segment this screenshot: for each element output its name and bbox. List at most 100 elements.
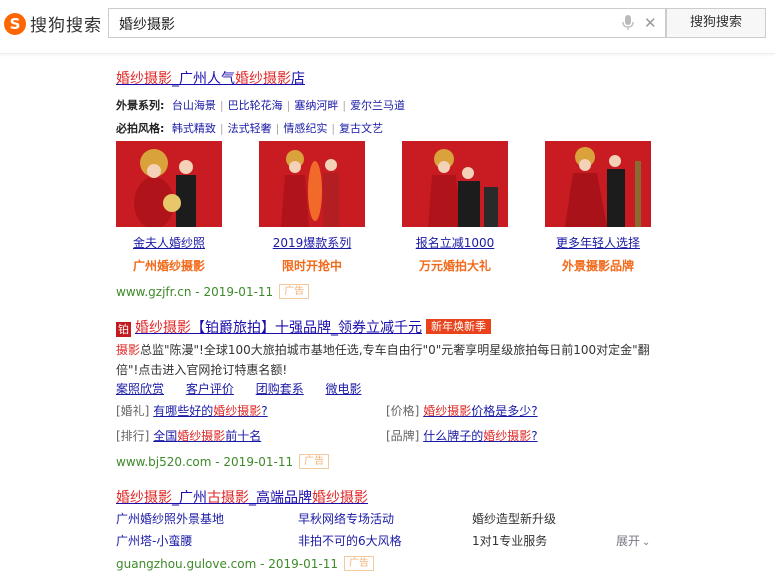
photo-caption[interactable]: 报名立减1000 xyxy=(402,234,508,251)
qa-row-1-right: [价格] 婚纱摄影价格是多少? xyxy=(386,402,538,419)
wedding-photo-art xyxy=(259,141,365,227)
photo-subtitle: 万元婚拍大礼 xyxy=(418,259,491,273)
qa-link[interactable]: 有哪些好的婚纱摄影? xyxy=(153,404,267,418)
title-highlight: 婚纱摄影 xyxy=(135,320,191,336)
style-link[interactable]: 情感纪实 xyxy=(283,122,327,135)
sogou-logo[interactable]: S 搜狗搜索 xyxy=(4,11,102,36)
qa-text: ? xyxy=(531,429,538,443)
search-button[interactable]: 搜狗搜索 xyxy=(666,8,766,38)
microphone-icon[interactable] xyxy=(621,15,635,31)
sitelink-text: 1对1专业服务 xyxy=(472,534,548,548)
series-link[interactable]: 塞纳河畔 xyxy=(294,99,338,112)
sitelink[interactable]: 客户评价 xyxy=(186,382,234,396)
photo-card[interactable]: 更多年轻人选择 外景摄影品牌 xyxy=(545,141,651,274)
qa-link[interactable]: 什么牌子的婚纱摄影? xyxy=(423,429,537,443)
result-3: 婚纱摄影_广州古摄影_高端品牌婚纱摄影 xyxy=(116,487,368,507)
result-1: 婚纱摄影_广州人气婚纱摄影店 xyxy=(116,68,305,88)
title-text: _高端品牌 xyxy=(249,490,312,506)
qa-text: 前十名 xyxy=(225,429,262,443)
divider: | xyxy=(275,122,280,135)
wedding-photo[interactable] xyxy=(402,141,508,227)
search-box: ✕ xyxy=(108,8,666,39)
search-input[interactable] xyxy=(117,9,601,39)
expand-label: 展开 xyxy=(616,534,641,548)
divider: | xyxy=(331,122,336,135)
title-highlight: 婚纱摄影 xyxy=(116,490,172,506)
ad-badge: 广告 xyxy=(299,454,330,469)
series-link[interactable]: 巴比轮花海 xyxy=(228,99,283,112)
result-1-title[interactable]: 婚纱摄影_广州人气婚纱摄影店 xyxy=(116,71,305,87)
qa-highlight: 婚纱摄影 xyxy=(213,404,262,418)
qa-highlight: 婚纱摄影 xyxy=(483,429,532,443)
title-highlight: 古摄影 xyxy=(207,490,249,506)
qa-link[interactable]: 全国婚纱摄影前十名 xyxy=(153,429,261,443)
wedding-photo-art xyxy=(402,141,508,227)
sitelink[interactable]: 早秋网络专场活动 xyxy=(298,510,394,527)
result-3-title[interactable]: 婚纱摄影_广州古摄影_高端品牌婚纱摄影 xyxy=(116,490,368,506)
photo-caption[interactable]: 2019爆款系列 xyxy=(259,234,365,251)
result-2-url-row: www.bj520.com - 2019-01-11 广告 xyxy=(116,451,330,470)
title-text: 【铂爵旅拍】十强品牌_领券立减千元 xyxy=(191,320,422,336)
ad-badge: 广告 xyxy=(279,284,310,299)
qa-text: 什么牌子的 xyxy=(423,429,484,443)
qa-tag: [价格] xyxy=(386,404,420,418)
photo-subtitle: 限时开抢中 xyxy=(281,259,342,273)
photo-card[interactable]: 报名立减1000 万元婚拍大礼 xyxy=(402,141,508,274)
title-text: 店 xyxy=(291,71,305,87)
photo-caption[interactable]: 金夫人婚纱照 xyxy=(116,234,222,251)
sitelink[interactable]: 广州塔-小蛮腰 xyxy=(116,532,192,549)
series-label: 外景系列: xyxy=(116,99,165,112)
sitelink[interactable]: 团购套系 xyxy=(256,382,304,396)
style-link[interactable]: 韩式精致 xyxy=(172,122,216,135)
title-text: _广州 xyxy=(172,490,207,506)
ad-badge: 广告 xyxy=(344,556,374,571)
sitelink[interactable]: 案照欣赏 xyxy=(116,382,164,396)
qa-row-2-right: [品牌] 什么牌子的婚纱摄影? xyxy=(386,427,538,444)
title-highlight: 婚纱摄影 xyxy=(235,71,291,87)
series-link[interactable]: 台山海景 xyxy=(172,99,216,112)
divider: | xyxy=(219,99,224,112)
sitelink[interactable]: 广州婚纱照外景基地 xyxy=(116,510,224,527)
divider: | xyxy=(219,122,224,135)
qa-text: 有哪些好的 xyxy=(153,404,214,418)
photo-card[interactable]: 2019爆款系列 限时开抢中 xyxy=(259,141,365,274)
result-2-description: 摄影总监"陈漫"!全球100大旅拍城市基地任选,专车自由行"0"元奢享明星级旅拍… xyxy=(116,340,656,380)
wedding-photo-art xyxy=(116,141,222,227)
expand-button[interactable]: 展开 ⌄ xyxy=(616,532,650,549)
sitelink[interactable]: 非拍不可的6大风格 xyxy=(298,532,402,549)
logo-mark: S xyxy=(4,12,26,35)
style-link[interactable]: 复古文艺 xyxy=(339,122,383,135)
style-label: 必拍风格: xyxy=(116,122,165,135)
logo-text: 搜狗搜索 xyxy=(30,16,102,36)
divider: | xyxy=(342,99,347,112)
result-1-url-row: www.gzjfr.cn - 2019-01-11 广告 xyxy=(116,281,310,300)
wedding-photo[interactable] xyxy=(116,141,222,227)
clear-icon[interactable]: ✕ xyxy=(644,16,657,31)
title-text: _广州人气 xyxy=(172,71,235,87)
result-url: guangzhou.gulove.com - 2019-01-11 xyxy=(116,557,338,571)
photo-gallery: 金夫人婚纱照 广州婚纱摄影 2019爆款系列 限时开抢中 报名立减1000 万元… xyxy=(116,141,656,281)
style-link[interactable]: 法式轻奢 xyxy=(228,122,272,135)
photo-subtitle: 广州婚纱摄影 xyxy=(132,259,205,273)
desc-highlight: 摄影 xyxy=(116,343,141,357)
desc-text: 总监"陈漫"!全球100大旅拍城市基地任选,专车自由行"0"元奢享明星级旅拍每日… xyxy=(116,343,650,377)
result-1-style-row: 必拍风格: 韩式精致 | 法式轻奢 | 情感纪实 | 复古文艺 xyxy=(116,120,383,136)
photo-caption[interactable]: 更多年轻人选择 xyxy=(545,234,651,251)
title-highlight: 婚纱摄影 xyxy=(312,490,368,506)
wedding-photo[interactable] xyxy=(545,141,651,227)
qa-tag: [婚礼] xyxy=(116,404,150,418)
qa-tag: [排行] xyxy=(116,429,150,443)
qa-highlight: 婚纱摄影 xyxy=(423,404,472,418)
qa-link[interactable]: 婚纱摄影价格是多少? xyxy=(423,404,537,418)
wedding-photo[interactable] xyxy=(259,141,365,227)
result-url: www.gzjfr.cn - 2019-01-11 xyxy=(116,285,274,299)
qa-row-2-left: [排行] 全国婚纱摄影前十名 xyxy=(116,427,261,444)
sitelink[interactable]: 微电影 xyxy=(326,382,362,396)
chevron-down-icon: ⌄ xyxy=(642,537,651,548)
result-2-links: 案照欣赏 客户评价 团购套系 微电影 xyxy=(116,380,362,397)
qa-text: 全国 xyxy=(153,429,178,443)
series-link[interactable]: 爱尔兰马道 xyxy=(350,99,405,112)
divider: | xyxy=(286,99,291,112)
result-2-title[interactable]: 婚纱摄影【铂爵旅拍】十强品牌_领券立减千元 xyxy=(135,320,422,336)
photo-card[interactable]: 金夫人婚纱照 广州婚纱摄影 xyxy=(116,141,222,274)
